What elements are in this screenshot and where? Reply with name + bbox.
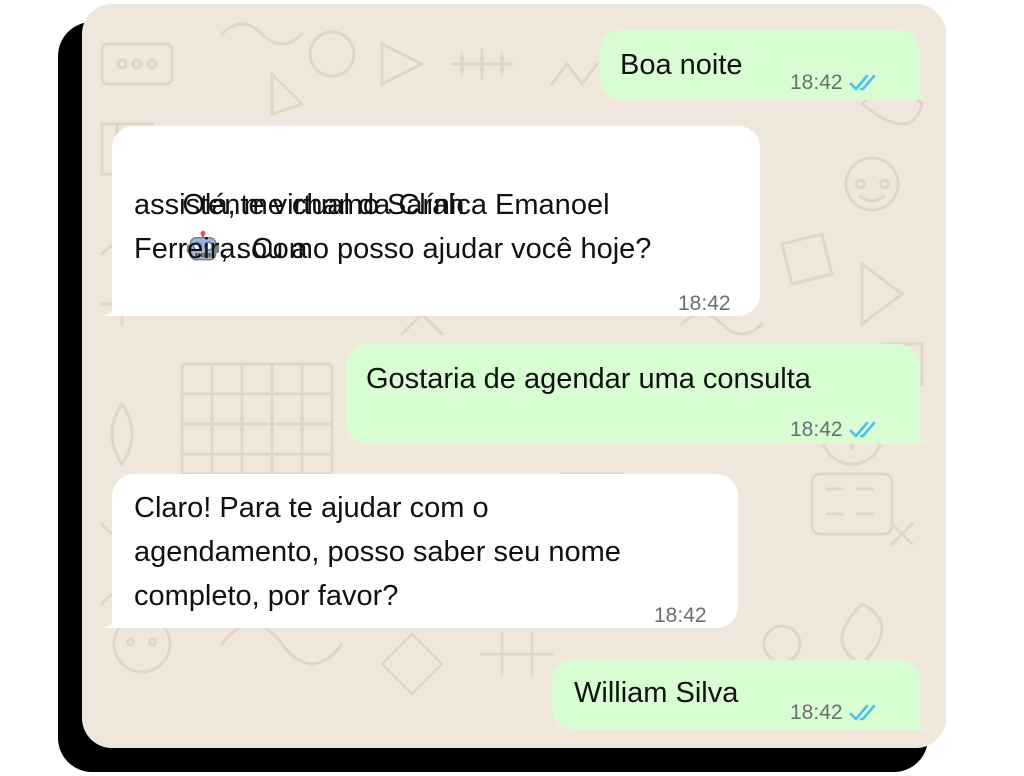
message-bubble-outgoing[interactable]: Boa noite 18:42 <box>600 30 932 100</box>
double-check-read-icon <box>849 74 875 91</box>
message-text: William Silva <box>574 677 739 709</box>
message-time: 18:42 <box>790 71 843 94</box>
message-text: Gostaria de agendar uma consulta <box>366 363 811 395</box>
message-meta: 18:42 <box>678 282 731 326</box>
message-meta: 18:42 <box>790 408 879 452</box>
message-line: Claro! Para te ajudar com o <box>134 492 489 524</box>
message-text: Boa noite <box>620 49 743 81</box>
message-line: Ferreira. Como posso ajudar você hoje? <box>134 233 652 265</box>
bubble-tail <box>100 294 122 316</box>
message-meta: 18:42 <box>654 594 707 638</box>
message-time: 18:42 <box>790 418 843 441</box>
message-time: 18:42 <box>790 701 843 724</box>
message-bubble-outgoing[interactable]: William Silva 18:42 <box>552 660 932 730</box>
double-check-read-icon <box>849 704 875 721</box>
bubble-tail <box>910 708 932 730</box>
message-line: agendamento, posso saber seu nome <box>134 536 621 568</box>
message-bubble-outgoing[interactable]: Gostaria de agendar uma consulta 18:42 <box>346 344 932 444</box>
message-meta: 18:42 <box>790 691 879 735</box>
message-line: completo, por favor? <box>134 580 399 612</box>
message-time: 18:42 <box>678 292 731 315</box>
chat-window[interactable]: Boa noite 18:42 Olá, me chamo Sarah , so… <box>82 4 946 748</box>
double-check-read-icon <box>849 421 875 438</box>
bubble-tail <box>910 422 932 444</box>
message-time: 18:42 <box>654 604 707 627</box>
bubble-tail <box>910 78 932 100</box>
message-bubble-incoming[interactable]: Claro! Para te ajudar com o agendamento,… <box>100 474 738 628</box>
message-meta: 18:42 <box>790 61 879 105</box>
message-bubble-incoming[interactable]: Olá, me chamo Sarah , sou a assistente v… <box>100 126 760 316</box>
message-line: assistente virtual da Clínica Emanoel <box>134 189 610 221</box>
bubble-tail <box>100 606 122 628</box>
